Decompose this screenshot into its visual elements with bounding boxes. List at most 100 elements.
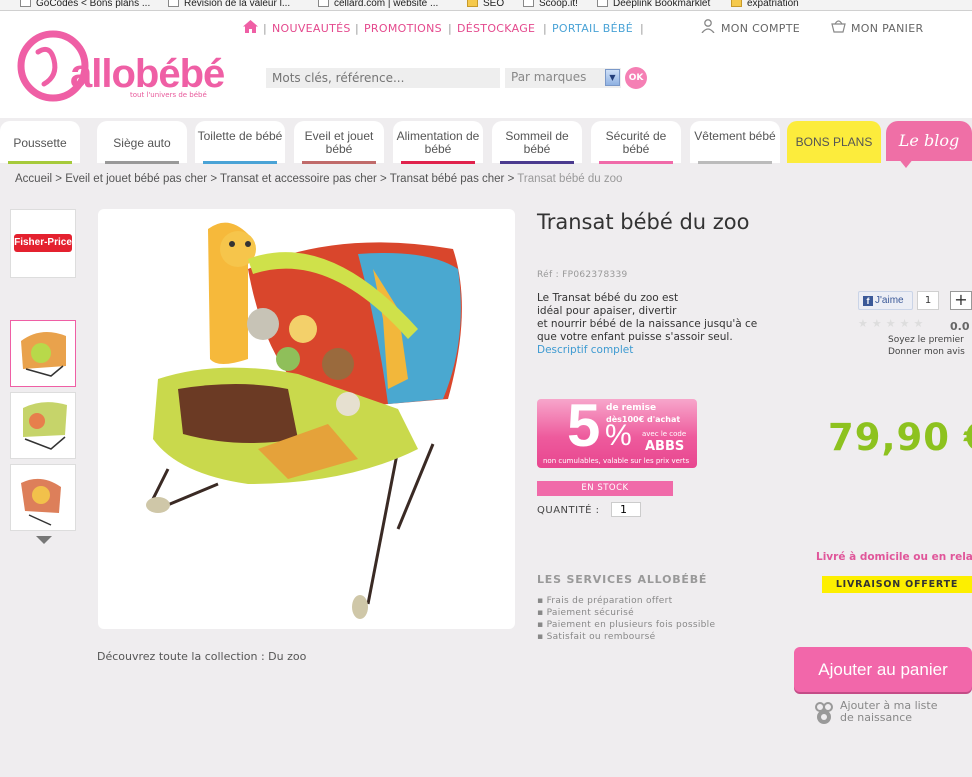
page-icon [168, 0, 179, 7]
search-ok-button[interactable]: OK [625, 67, 647, 89]
nav-destockage[interactable]: DÉSTOCKAGE [457, 22, 535, 35]
user-icon [701, 19, 715, 36]
fisher-price-logo: Fisher-Price [14, 234, 72, 252]
services-title: LES SERVICES ALLOBÉBÉ [537, 573, 708, 586]
separator: | [263, 22, 267, 35]
bookmark-item[interactable]: GoCodes < Bons plans ... [20, 0, 150, 9]
home-icon[interactable] [243, 20, 258, 36]
rating-stars[interactable]: ★★★★★ [858, 317, 927, 330]
free-delivery-badge: LIVRAISON OFFERTE [822, 576, 972, 593]
bookmark-item[interactable]: Scoop.it! [523, 0, 578, 9]
tab-siege-auto[interactable]: Siège auto [97, 121, 187, 164]
nav-portail-bebe[interactable]: PORTAIL BÉBÉ [552, 22, 633, 35]
bookmark-folder[interactable]: SEO [467, 0, 504, 9]
tab-bons-plans[interactable]: BONS PLANS [787, 121, 881, 163]
delivery-info: Livré à domicile ou en relais [816, 551, 972, 563]
product-main-image[interactable] [98, 209, 515, 629]
tab-poussette[interactable]: Poussette [0, 121, 80, 164]
tab-underline [203, 161, 277, 164]
nav-promotions[interactable]: PROMOTIONS [364, 22, 442, 35]
bookmark-folder[interactable]: expatriation [731, 0, 799, 9]
add-to-birth-list-link[interactable]: Ajouter à ma liste de naissance [840, 700, 972, 724]
tab-vetement[interactable]: Vêtement bébé [690, 121, 780, 164]
baby-registry-icon[interactable] [813, 702, 835, 726]
my-cart-link[interactable]: MON PANIER [851, 22, 923, 35]
bouncer-thumbnail-image [21, 332, 66, 377]
thumbnail-2[interactable] [10, 392, 76, 459]
promo-banner: 5 % de remise dès100€ d'achat avec le co… [537, 392, 697, 468]
chevron-down-icon[interactable]: ▼ [605, 69, 620, 86]
logo-tagline: tout l'univers de bébé [130, 91, 207, 99]
tab-alimentation[interactable]: Alimentation de bébé [393, 121, 483, 164]
separator: | [640, 22, 644, 35]
be-first-text: Soyez le premier [888, 335, 964, 345]
product-description: Le Transat bébé du zoo est idéal pour ap… [537, 292, 758, 343]
page-icon [20, 0, 31, 7]
tab-sommeil[interactable]: Sommeil de bébé [492, 121, 582, 164]
tab-eveil[interactable]: Eveil et jouet bébé [294, 121, 384, 164]
search-input[interactable] [266, 68, 500, 88]
bookmark-item[interactable]: cellard.com | website ... [318, 0, 438, 9]
rating-value: 0.0 [950, 320, 970, 333]
promo-code: ABBS [645, 439, 685, 454]
separator: | [448, 22, 452, 35]
tab-underline [105, 161, 179, 164]
collection-link[interactable]: Découvrez toute la collection : Du zoo [97, 650, 306, 663]
breadcrumb-link[interactable]: Transat et accessoire pas cher [220, 173, 377, 185]
give-review-link[interactable]: Donner mon avis [888, 347, 965, 357]
promo-line3: avec le code [642, 430, 687, 438]
quantity-input[interactable]: 1 [611, 502, 641, 517]
add-to-cart-button[interactable]: Ajouter au panier [794, 647, 972, 692]
breadcrumb-link[interactable]: Accueil [15, 173, 52, 185]
product-title: Transat bébé du zoo [537, 210, 750, 234]
breadcrumb-link[interactable]: Eveil et jouet bébé pas cher [65, 173, 207, 185]
full-description-link[interactable]: Descriptif complet [537, 344, 633, 356]
thumbnail-3[interactable] [10, 464, 76, 531]
bookmarks-bar: GoCodes < Bons plans ... Révision de la … [0, 0, 972, 11]
tab-underline [599, 161, 673, 164]
promo-footer: non cumulables, valable sur les prix ver… [543, 457, 690, 465]
separator: | [543, 22, 547, 35]
breadcrumb-link[interactable]: Transat bébé pas cher [390, 173, 505, 185]
promo-big-number: 5 [567, 392, 601, 459]
tab-securite[interactable]: Sécurité de bébé [591, 121, 681, 164]
tab-underline [698, 161, 772, 164]
page-icon [523, 0, 534, 7]
separator: | [355, 22, 359, 35]
promo-line1: de remise [606, 403, 657, 413]
service-item: ▪ Frais de préparation offert [537, 596, 673, 606]
blog-link[interactable]: Le blog [886, 121, 972, 161]
blog-bubble-tail [898, 158, 914, 168]
google-plus-button[interactable]: + [950, 291, 972, 310]
nav-nouveautes[interactable]: NOUVEAUTÉS [272, 22, 351, 35]
service-item: ▪ Paiement en plusieurs fois possible [537, 620, 716, 630]
my-account-link[interactable]: MON COMPTE [721, 22, 800, 35]
bouncer-thumbnail-image [23, 402, 67, 450]
tab-toilette[interactable]: Toilette de bébé [195, 121, 285, 164]
stock-badge: EN STOCK [537, 481, 673, 496]
facebook-icon: f [863, 296, 873, 306]
tab-underline [500, 161, 574, 164]
bouncer-thumbnail-image [21, 478, 61, 526]
breadcrumb: Accueil > Eveil et jouet bébé pas cher >… [15, 173, 623, 185]
folder-icon [731, 0, 742, 7]
facebook-like-button[interactable]: f J'aime [858, 291, 913, 310]
brand-select[interactable]: Par marques [505, 68, 621, 88]
page-icon [318, 0, 329, 7]
page-icon [597, 0, 608, 7]
promo-line2: dès100€ d'achat [606, 415, 681, 424]
product-price: 79,90 € [828, 416, 972, 459]
product-reference: Réf : FP062378339 [537, 270, 628, 280]
bookmark-item[interactable]: Deeplink Bookmarklet [597, 0, 710, 9]
tab-underline [401, 161, 475, 164]
promo-percent: % [605, 419, 632, 452]
brand-logo[interactable]: Fisher-Price [10, 209, 76, 278]
folder-icon [467, 0, 478, 7]
tab-underline [8, 161, 72, 164]
scroll-down-arrow-icon[interactable] [36, 536, 52, 544]
bookmark-item[interactable]: Révision de la valeur l... [168, 0, 290, 9]
service-item: ▪ Satisfait ou remboursé [537, 632, 656, 642]
baby-bouncer-image [146, 222, 462, 619]
like-count: 1 [917, 291, 939, 310]
thumbnail-1[interactable] [10, 320, 76, 387]
